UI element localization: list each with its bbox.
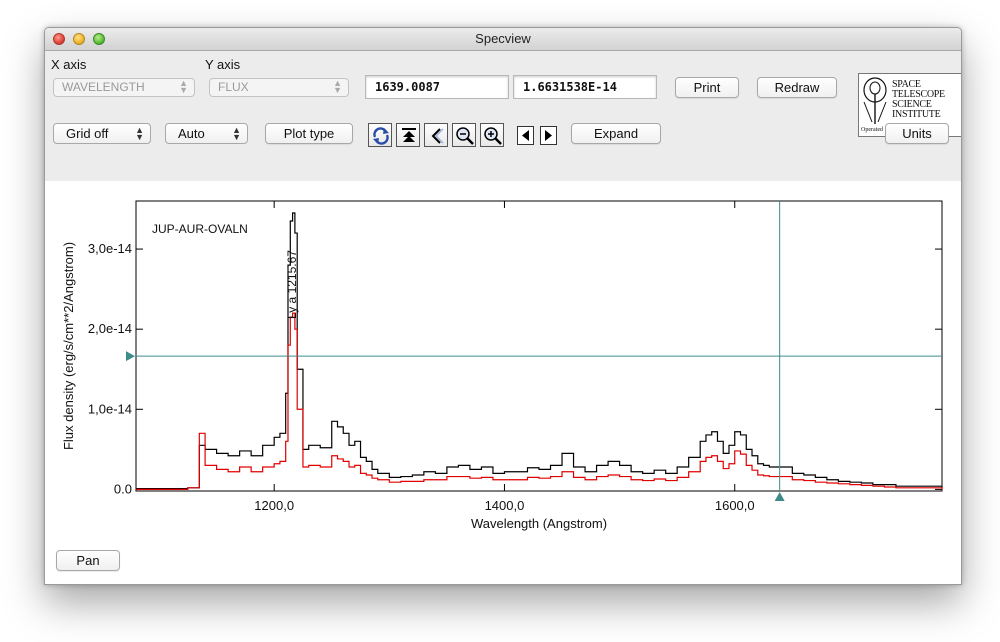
y-axis-select[interactable]: FLUX ▲ ▼	[209, 78, 349, 97]
y-tick-label: 1,0e-14	[88, 401, 132, 416]
y-axis-title: Flux density (erg/s/cm**2/Angstrom)	[61, 242, 76, 450]
x-axis-select-value: WAVELENGTH	[62, 80, 145, 94]
y-cursor-field[interactable]: 1.6631538E-14	[513, 75, 657, 99]
scale-select-value: Auto	[178, 126, 205, 141]
cursor-y-marker-icon	[126, 351, 135, 362]
x-axis-select[interactable]: WAVELENGTH ▲ ▼	[53, 78, 195, 97]
target-annotation: JUP-AUR-OVALN	[152, 222, 248, 236]
back-icon	[431, 128, 444, 144]
grid-select-value: Grid off	[66, 126, 109, 141]
print-button[interactable]: Print	[675, 77, 739, 98]
plot-area[interactable]: 1200,0 1400,0 1600,0 0.0 1,0e-14 2,0e-14 3,0e-…	[45, 181, 961, 555]
redraw-button[interactable]: Redraw	[757, 77, 837, 98]
plot-type-button[interactable]: Plot type	[265, 123, 353, 144]
step-left-button[interactable]	[517, 126, 534, 145]
select-arrows-icon: ▲ ▼	[135, 125, 144, 142]
y-axis-select-value: FLUX	[218, 80, 249, 94]
step-right-button[interactable]	[540, 126, 557, 145]
y-tick-label: 0.0	[114, 481, 132, 496]
top-button[interactable]	[396, 123, 420, 147]
cursor-x-marker-icon	[774, 492, 785, 501]
grid-select[interactable]: Grid off ▲ ▼	[53, 123, 151, 144]
right-arrow-icon	[545, 130, 552, 141]
y-tick-label: 3,0e-14	[88, 241, 132, 256]
title-bar: Specview	[45, 28, 961, 51]
window-title: Specview	[475, 31, 531, 46]
zoom-in-icon	[484, 127, 502, 145]
expand-button[interactable]: Expand	[571, 123, 661, 144]
zoom-out-button[interactable]	[452, 123, 476, 147]
plot-frame	[135, 200, 943, 492]
x-tick-label: 1200,0	[254, 498, 294, 513]
scale-select[interactable]: Auto ▲ ▼	[165, 123, 248, 144]
y-tick-label: 2,0e-14	[88, 321, 132, 336]
select-arrows-icon: ▲ ▼	[179, 78, 188, 95]
top-icon	[402, 128, 416, 142]
left-arrow-icon	[522, 130, 529, 141]
x-cursor-field[interactable]: 1639.0087	[365, 75, 509, 99]
select-arrows-icon: ▲ ▼	[333, 78, 342, 95]
select-arrows-icon: ▲ ▼	[232, 125, 241, 142]
x-tick-label: 1400,0	[485, 498, 525, 513]
x-tick-label: 1600,0	[715, 498, 755, 513]
line-id-annotation: Ly a 1215.67	[285, 250, 299, 319]
x-axis-title: Wavelength (Angstrom)	[471, 516, 607, 531]
pan-button[interactable]: Pan	[56, 550, 120, 571]
toolbar-area: X axis Y axis WAVELENGTH ▲ ▼ FLUX ▲ ▼ 1639…	[45, 51, 961, 181]
zoom-in-button[interactable]	[480, 123, 504, 147]
logo-text: SPACE TELESCOPE SCIENCE INSTITUTE	[892, 79, 945, 120]
units-button[interactable]: Units	[885, 123, 949, 144]
zoom-out-icon	[456, 127, 474, 145]
spectrum-chart[interactable]: 1200,0 1400,0 1600,0 0.0 1,0e-14 2,0e-14 3,0e-…	[45, 181, 961, 555]
y-axis-label: Y axis	[205, 57, 241, 72]
stsci-emblem-icon	[863, 77, 887, 124]
reload-icon	[373, 127, 389, 145]
x-axis-label: X axis	[51, 57, 87, 72]
back-button[interactable]	[424, 123, 448, 147]
reload-button[interactable]	[368, 123, 392, 147]
specview-window: Specview X axis Y axis WAVELENGTH ▲ ▼ FLU…	[44, 27, 962, 585]
